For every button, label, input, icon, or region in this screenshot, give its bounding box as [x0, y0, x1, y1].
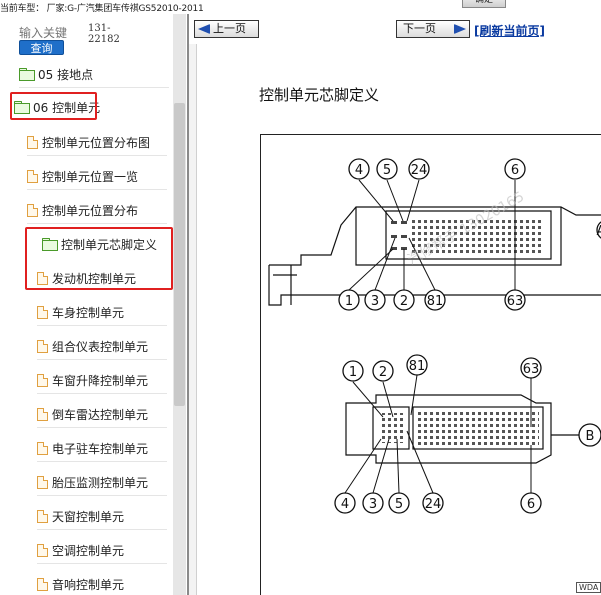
document-icon — [37, 577, 48, 591]
document-icon — [37, 305, 48, 319]
arrow-right-icon — [454, 24, 466, 34]
tree-item-audio-control-unit[interactable]: 音响控制单元 — [37, 571, 124, 595]
tree-item-label: 控制单元位置分布 — [42, 203, 139, 218]
callout-24: 24 — [411, 163, 428, 178]
tree-item-window-lift-control-unit[interactable]: 车窗升降控制单元 — [37, 367, 148, 393]
search-area: 查询 131- 22182 — [0, 14, 172, 58]
pin-diagram-frame: 4 5 24 6 1 3 2 81 63 A — [260, 134, 601, 595]
tree-item-grounding-points[interactable]: 05 接地点 — [19, 61, 93, 87]
tree-separator — [37, 461, 167, 462]
callout-2: 2 — [379, 365, 387, 380]
tree-separator — [27, 155, 167, 156]
search-input[interactable] — [19, 25, 73, 41]
connector-label-a: A — [597, 224, 601, 239]
highlight-box-control-units — [10, 92, 97, 120]
next-page-button[interactable]: 下一页 — [396, 20, 470, 38]
tree-separator — [37, 529, 167, 530]
connector-label-b: B — [586, 429, 595, 444]
tree-item-control-unit-location-distribution[interactable]: 控制单元位置分布 — [27, 197, 138, 223]
document-icon — [37, 407, 48, 421]
window-title: 当前车型： 厂家:G-广汽集团车传祺GS52010-2011 — [0, 4, 204, 14]
folder-icon — [19, 68, 35, 81]
tree-separator — [37, 359, 167, 360]
bottom-connector-pins — [379, 411, 539, 445]
callout-63: 63 — [523, 362, 540, 377]
tree-item-label: 倒车雷达控制单元 — [52, 407, 149, 422]
tree-item-body-control-unit[interactable]: 车身控制单元 — [37, 299, 124, 325]
tree-item-ac-control-unit[interactable]: 空调控制单元 — [37, 537, 124, 563]
callout-6: 6 — [527, 497, 535, 512]
document-icon — [37, 509, 48, 523]
callout-5: 5 — [383, 163, 391, 178]
tree-item-control-unit-location-list[interactable]: 控制单元位置一览 — [27, 163, 138, 189]
search-info: 131- 22182 — [88, 23, 120, 45]
tree-item-label: 电子驻车控制单元 — [52, 441, 149, 456]
tree-item-label: 05 接地点 — [38, 67, 94, 82]
tree-separator — [37, 427, 167, 428]
corner-label: WDA — [576, 582, 601, 593]
search-info-line-1: 131- — [88, 23, 111, 34]
callout-2: 2 — [400, 294, 408, 309]
tree-item-label: 控制单元位置一览 — [42, 169, 139, 184]
tree-item-label: 胎压监测控制单元 — [52, 475, 149, 490]
tree-item-label: 车身控制单元 — [52, 305, 125, 320]
callout-63: 63 — [507, 294, 524, 309]
document-icon — [27, 135, 38, 149]
tree-item-instrument-cluster-control-unit[interactable]: 组合仪表控制单元 — [37, 333, 148, 359]
tree-item-tire-pressure-control-unit[interactable]: 胎压监测控制单元 — [37, 469, 148, 495]
tree-item-parking-radar-control-unit[interactable]: 倒车雷达控制单元 — [37, 401, 148, 427]
callout-81: 81 — [427, 294, 444, 309]
callout-4: 4 — [341, 497, 349, 512]
document-icon — [37, 339, 48, 353]
document-icon — [37, 373, 48, 387]
top-pin-markers — [391, 221, 407, 250]
tree-item-label: 天窗控制单元 — [52, 509, 125, 524]
tree-separator — [37, 495, 167, 496]
prev-page-label: 上一页 — [213, 22, 246, 35]
title-bar: 当前车型： 厂家:G-广汽集团车传祺GS52010-2011 确定 — [0, 0, 601, 14]
highlight-box-pin-definitions — [25, 227, 173, 290]
confirm-button[interactable]: 确定 — [462, 0, 506, 8]
tree-separator — [19, 87, 169, 88]
document-icon — [37, 441, 48, 455]
document-icon — [37, 475, 48, 489]
tree-separator — [37, 563, 167, 564]
sidebar-scroll-thumb[interactable] — [174, 103, 185, 406]
tree-item-label: 控制单元位置分布图 — [42, 135, 151, 150]
tree-item-sunroof-control-unit[interactable]: 天窗控制单元 — [37, 503, 124, 529]
arrow-left-icon — [198, 24, 210, 34]
callout-6: 6 — [511, 163, 519, 178]
search-button[interactable]: 查询 — [19, 40, 64, 55]
ecu-pin-diagram: 4 5 24 6 1 3 2 81 63 A — [268, 158, 601, 514]
tree-separator — [37, 393, 167, 394]
tree-item-label: 空调控制单元 — [52, 543, 125, 558]
callout-4: 4 — [355, 163, 363, 178]
document-icon — [27, 169, 38, 183]
tree-separator — [27, 189, 167, 190]
callout-1: 1 — [345, 294, 353, 309]
document-title: 控制单元芯脚定义 — [259, 86, 380, 104]
callout-81: 81 — [409, 359, 426, 374]
prev-page-button[interactable]: 上一页 — [194, 20, 259, 38]
search-info-line-2: 22182 — [88, 34, 120, 45]
next-page-label: 下一页 — [403, 22, 436, 35]
callout-3: 3 — [369, 497, 377, 512]
refresh-page-link[interactable]: [刷新当前页] — [474, 22, 545, 39]
callout-3: 3 — [371, 294, 379, 309]
tree-item-electronic-parking-control-unit[interactable]: 电子驻车控制单元 — [37, 435, 148, 461]
callout-24: 24 — [425, 497, 442, 512]
callout-1: 1 — [349, 365, 357, 380]
callout-5: 5 — [395, 497, 403, 512]
tree-separator — [37, 325, 167, 326]
tree-item-control-unit-location-map[interactable]: 控制单元位置分布图 — [27, 129, 150, 155]
document-icon — [37, 543, 48, 557]
tree-item-label: 车窗升降控制单元 — [52, 373, 149, 388]
tree-separator — [27, 223, 167, 224]
document-icon — [27, 203, 38, 217]
tree-item-label: 音响控制单元 — [52, 577, 125, 592]
tree-item-label: 组合仪表控制单元 — [52, 339, 149, 354]
